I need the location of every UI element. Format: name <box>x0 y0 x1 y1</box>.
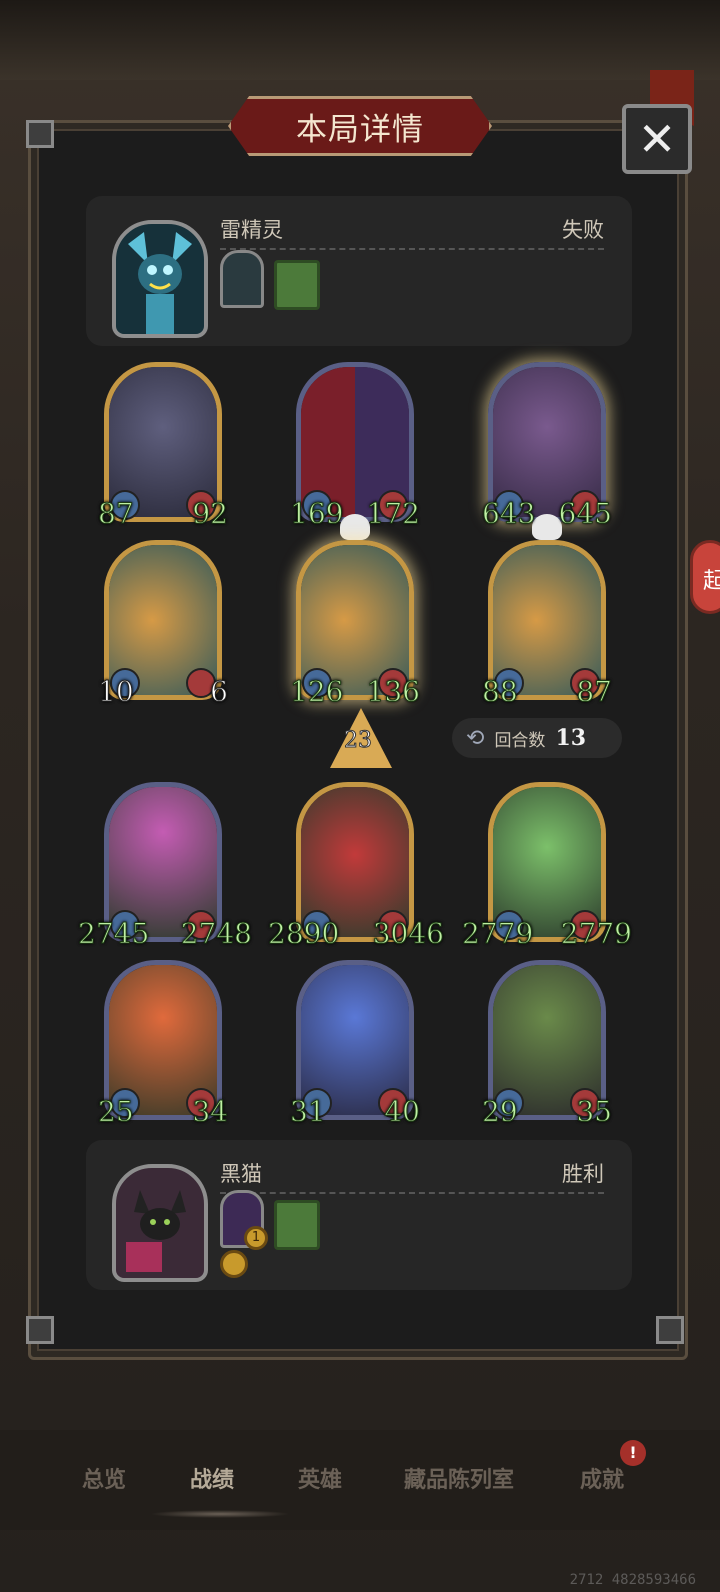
round-marker: 23 <box>330 708 392 768</box>
refresh-icon: ⟲ <box>466 725 485 751</box>
enemy-card[interactable]: 169 172 <box>289 362 421 540</box>
top-wood <box>0 0 720 80</box>
player-result: 胜利 <box>562 1162 604 1186</box>
side-badge[interactable]: 起 <box>690 540 720 614</box>
turn-count-value: 13 <box>555 725 587 751</box>
alert-badge: ! <box>620 1440 646 1466</box>
skull-icon <box>340 514 370 540</box>
card-health: 136 <box>366 675 420 709</box>
enemy-card[interactable]: 10 6 <box>98 540 228 709</box>
opponent-item-icon[interactable] <box>220 250 264 308</box>
card-health: 3046 <box>372 917 444 951</box>
card-attack: 29 <box>482 1095 519 1129</box>
card-health: 172 <box>366 497 420 531</box>
title-plate: 本局详情 <box>228 96 492 156</box>
player-card[interactable]: 29 35 <box>482 960 612 1129</box>
active-tab-indicator <box>150 1510 290 1518</box>
card-attack: 169 <box>289 497 344 531</box>
enemy-card[interactable]: 87 92 <box>98 362 228 531</box>
player-avatar[interactable] <box>112 1164 208 1282</box>
enemy-card[interactable]: 126 136 <box>289 540 421 709</box>
player-row: 黑猫 胜利 1 <box>86 1140 632 1290</box>
card-attack: 2745 <box>77 917 150 951</box>
enemy-card[interactable]: 88 87 <box>482 540 612 709</box>
panel-corner <box>656 1316 684 1344</box>
player-card[interactable]: 2890 3046 <box>267 782 445 951</box>
opponent-avatar[interactable] <box>112 220 208 338</box>
book-icon[interactable] <box>274 260 320 310</box>
opponent-result: 失败 <box>562 218 604 242</box>
player-card[interactable]: 25 34 <box>98 960 228 1129</box>
card-health: 34 <box>192 1095 229 1129</box>
card-attack: 88 <box>482 675 519 709</box>
player-card[interactable]: 31 40 <box>290 960 420 1129</box>
player-card[interactable]: 2779 2779 <box>461 782 633 951</box>
card-health: 92 <box>192 497 229 531</box>
tab-achievements[interactable]: 成就 <box>580 1462 624 1494</box>
card-attack: 126 <box>289 675 344 709</box>
card-attack: 643 <box>481 497 536 531</box>
card-health: 645 <box>558 497 612 531</box>
tab-collection[interactable]: 藏品陈列室 <box>404 1462 514 1494</box>
item-count-badge: 1 <box>244 1226 268 1250</box>
card-attack: 87 <box>98 497 135 531</box>
close-button[interactable]: ✕ <box>622 104 692 174</box>
divider <box>220 248 604 250</box>
page-title: 本局详情 <box>296 111 424 148</box>
footer-id: 2712 4828593466 <box>569 1572 696 1588</box>
panel-corner <box>26 120 54 148</box>
skull-icon <box>532 514 562 540</box>
card-attack: 2890 <box>267 917 340 951</box>
close-icon: ✕ <box>637 112 677 166</box>
card-health: 40 <box>384 1095 421 1129</box>
opponent-name: 雷精灵 <box>220 218 283 242</box>
card-health: 87 <box>576 675 613 709</box>
tab-records[interactable]: 战绩 <box>190 1462 234 1494</box>
card-health: 2748 <box>180 917 252 951</box>
divider <box>220 1192 604 1194</box>
player-name: 黑猫 <box>220 1162 262 1186</box>
round-number: 23 <box>344 728 373 754</box>
turn-count-pill: ⟲ 回合数 13 <box>452 718 622 758</box>
enemy-card[interactable]: 643 645 <box>481 362 613 540</box>
card-attack: 25 <box>98 1095 135 1129</box>
card-health: 6 <box>210 675 229 709</box>
opponent-row: 雷精灵 失败 <box>86 196 632 346</box>
gold-coin-icon[interactable] <box>220 1250 248 1278</box>
player-card[interactable]: 2745 2748 <box>77 782 253 951</box>
panel-corner <box>26 1316 54 1344</box>
card-attack: 2779 <box>461 917 534 951</box>
card-attack: 10 <box>98 675 135 709</box>
card-health: 2779 <box>560 917 632 951</box>
card-attack: 31 <box>290 1095 327 1129</box>
tab-heroes[interactable]: 英雄 <box>298 1462 342 1494</box>
tab-overview[interactable]: 总览 <box>82 1462 126 1494</box>
book-icon[interactable] <box>274 1200 320 1250</box>
turn-count-label: 回合数 <box>494 730 546 751</box>
card-health: 35 <box>576 1095 613 1129</box>
